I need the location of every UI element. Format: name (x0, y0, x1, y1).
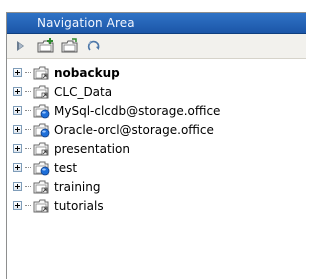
tree-item-label: presentation (54, 141, 130, 156)
tree-connector (25, 185, 31, 188)
expand-toggle-icon[interactable] (13, 87, 22, 96)
tree-connector (25, 109, 31, 112)
tree-item[interactable]: presentation (13, 139, 306, 158)
panel-titlebar[interactable]: Navigation Area (7, 13, 306, 34)
refresh-icon (87, 40, 100, 51)
tree-item-label: tutorials (54, 198, 104, 213)
folder-icon (33, 198, 51, 214)
tree-item[interactable]: tutorials (13, 196, 306, 215)
expand-toggle-icon[interactable] (13, 68, 22, 77)
tree-item-label: nobackup (54, 65, 120, 80)
tree-item[interactable]: training (13, 177, 306, 196)
tree-connector (25, 204, 31, 207)
tree-connector (25, 90, 31, 93)
tree-connector (25, 71, 31, 74)
tree-item-label: MySql-clcdb@storage.office (54, 103, 221, 118)
subfolder-icon (61, 38, 78, 53)
expand-toggle-icon[interactable] (13, 182, 22, 191)
navigation-toolbar (7, 34, 306, 59)
expand-toggle-icon[interactable] (13, 106, 22, 115)
tree-connector (25, 128, 31, 131)
folder-icon (33, 179, 51, 195)
tree-connector (25, 147, 31, 150)
tree-item[interactable]: test (13, 158, 306, 177)
expand-toggle-icon[interactable] (13, 201, 22, 210)
tree-item-label: Oracle-orcl@storage.office (54, 122, 214, 137)
database-folder-icon (33, 160, 51, 176)
collapse-all-button[interactable] (12, 37, 32, 55)
new-subfolder-button[interactable] (60, 37, 80, 55)
new-folder-button[interactable] (36, 37, 56, 55)
database-folder-icon (33, 103, 51, 119)
tree-item[interactable]: MySql-clcdb@storage.office (13, 101, 306, 120)
navigation-tree: nobackup CLC_Data MySql-clcdb@storage.offi… (13, 63, 306, 279)
new-folder-icon (37, 38, 54, 53)
database-folder-icon (33, 122, 51, 138)
panel-title: Navigation Area (37, 16, 135, 30)
expand-toggle-icon[interactable] (13, 144, 22, 153)
folder-icon (33, 65, 51, 81)
refresh-button[interactable] (84, 37, 104, 55)
tree-item-label: CLC_Data (54, 84, 113, 99)
arrow-collapse-icon (17, 41, 24, 51)
tree-item[interactable]: Oracle-orcl@storage.office (13, 120, 306, 139)
tree-item-label: training (54, 179, 101, 194)
expand-toggle-icon[interactable] (13, 163, 22, 172)
tree-item-label: test (54, 160, 78, 175)
tree-item[interactable]: nobackup (13, 63, 306, 82)
navigation-panel: Navigation Area nobackup CLC_Data MySql-… (6, 12, 306, 279)
folder-icon (33, 141, 51, 157)
tree-connector (25, 166, 31, 169)
folder-icon (33, 84, 51, 100)
expand-toggle-icon[interactable] (13, 125, 22, 134)
tree-item[interactable]: CLC_Data (13, 82, 306, 101)
